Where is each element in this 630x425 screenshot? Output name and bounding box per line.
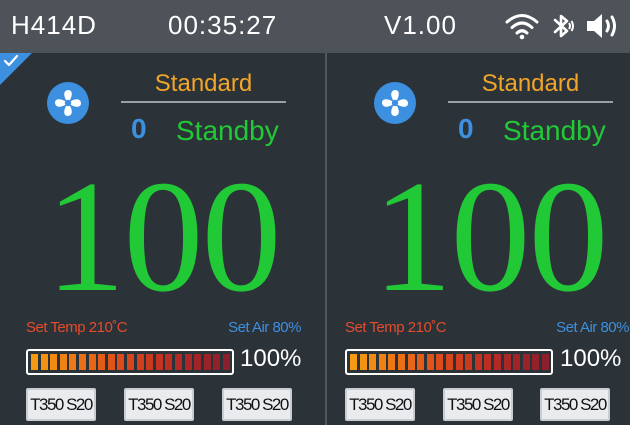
clock: 00:35:27 [168, 10, 278, 40]
preset-button-3[interactable]: T350 S20 [540, 388, 610, 421]
mode-underline [448, 101, 613, 103]
power-segment [503, 354, 511, 370]
preset-button-1[interactable]: T350 S20 [345, 388, 415, 421]
mode-label[interactable]: Standard [121, 70, 286, 98]
current-temperature: 100 [372, 147, 609, 325]
power-bar [345, 349, 553, 375]
status-label: Standby [176, 115, 279, 146]
power-segment [213, 354, 221, 370]
fan-icon[interactable] [47, 82, 89, 124]
power-percent: 100% [560, 345, 622, 372]
power-segment [436, 354, 444, 370]
station-screen: H414D 00:35:27 V1.00 Standard 0 Standby … [0, 0, 630, 425]
power-segment [455, 354, 463, 370]
power-segment [359, 354, 367, 370]
power-bar [26, 349, 234, 375]
cycle-count: 0 [458, 113, 474, 144]
power-segment [127, 354, 134, 370]
power-segment [465, 354, 473, 370]
firmware-version: V1.00 [384, 10, 457, 40]
power-segment [474, 354, 482, 370]
power-segment [117, 354, 125, 370]
preset-button-2[interactable]: T350 S20 [443, 388, 513, 421]
volume-icon [587, 14, 616, 38]
power-segment [484, 354, 492, 370]
power-segment [50, 354, 58, 370]
preset-button-3[interactable]: T350 S20 [222, 388, 292, 421]
check-icon [3, 54, 19, 67]
bluetooth-icon [553, 14, 574, 38]
power-segment [194, 354, 202, 370]
preset-button-1[interactable]: T350 S20 [26, 388, 96, 421]
fan-icon[interactable] [374, 82, 416, 124]
preset-button-2[interactable]: T350 S20 [124, 388, 194, 421]
set-air-label[interactable]: Set Air 80% [556, 319, 629, 336]
power-segment [350, 354, 357, 370]
power-segment [98, 354, 106, 370]
power-segment [532, 354, 540, 370]
set-air-label[interactable]: Set Air 80% [228, 319, 301, 336]
power-segment [388, 354, 396, 370]
power-segment [155, 354, 163, 370]
power-segment [513, 354, 521, 370]
power-segment [184, 354, 192, 370]
power-segment [446, 354, 453, 370]
power-segment [417, 354, 425, 370]
power-segment [175, 354, 182, 370]
status-bar: H414D 00:35:27 V1.00 [0, 0, 630, 53]
power-segment [136, 354, 144, 370]
power-segment [107, 354, 115, 370]
power-segment [407, 354, 415, 370]
cycle-count: 0 [131, 113, 147, 144]
power-segment [426, 354, 434, 370]
power-segment [69, 354, 77, 370]
power-segment [165, 354, 173, 370]
status-label: Standby [503, 115, 606, 146]
power-segment [59, 354, 67, 370]
model-name: H414D [11, 10, 97, 40]
set-temp-label[interactable]: Set Temp 210˚C [26, 319, 128, 336]
power-segment [522, 354, 530, 370]
wifi-icon [505, 14, 539, 40]
power-segment [146, 354, 154, 370]
mode-underline [121, 101, 286, 103]
current-temperature: 100 [45, 147, 282, 325]
power-segment [494, 354, 501, 370]
power-percent: 100% [240, 345, 302, 372]
power-segment [369, 354, 377, 370]
power-segment [378, 354, 386, 370]
mode-label[interactable]: Standard [448, 70, 613, 98]
power-segment [40, 354, 48, 370]
power-segment [31, 354, 38, 370]
power-segment [88, 354, 96, 370]
power-segment [223, 354, 230, 370]
channel-panel-left[interactable]: Standard 0 Standby 100 Set Temp 210˚C Se… [0, 53, 325, 425]
power-segment [79, 354, 86, 370]
power-segment [542, 354, 549, 370]
set-temp-label[interactable]: Set Temp 210˚C [345, 319, 447, 336]
power-segment [398, 354, 405, 370]
channel-panel-right[interactable]: Standard 0 Standby 100 Set Temp 210˚C Se… [327, 53, 630, 425]
power-segment [203, 354, 211, 370]
